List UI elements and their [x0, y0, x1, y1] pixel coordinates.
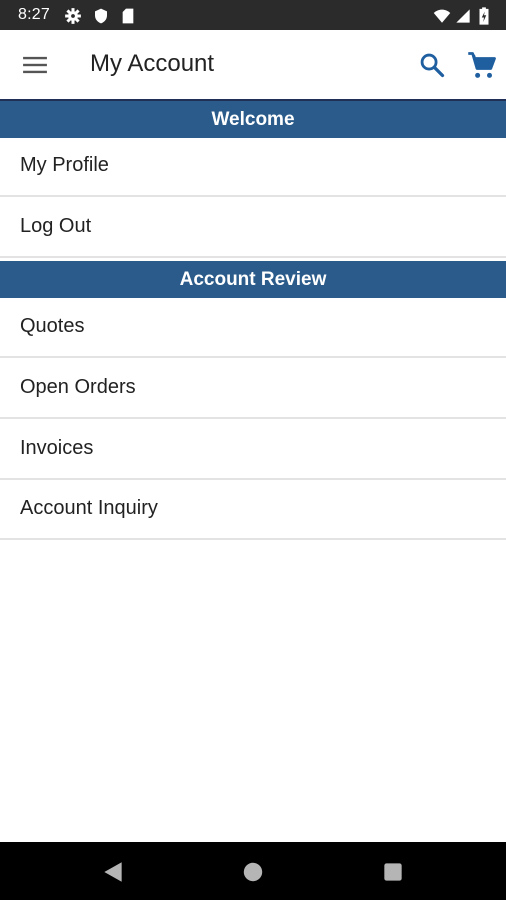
- list-item-open-orders[interactable]: Open Orders: [0, 360, 506, 419]
- home-icon[interactable]: [240, 859, 266, 885]
- back-icon[interactable]: [100, 859, 126, 885]
- section-header-welcome: Welcome: [0, 101, 506, 138]
- list-item-label: Invoices: [20, 437, 94, 459]
- list-item-label: Account Inquiry: [20, 497, 158, 519]
- list-item-invoices[interactable]: Invoices: [0, 421, 506, 480]
- list-item-label: Open Orders: [20, 376, 136, 398]
- section-header-account-review: Account Review: [0, 261, 506, 298]
- gear-icon: [65, 8, 81, 24]
- list-item-label: Quotes: [20, 315, 85, 337]
- section-header-label: Welcome: [211, 109, 295, 130]
- shield-icon: [95, 8, 107, 24]
- page-title: My Account: [90, 50, 215, 77]
- battery-icon: [479, 7, 489, 25]
- signal-icon: [456, 9, 470, 23]
- section-header-label: Account Review: [179, 269, 327, 290]
- status-time: 8:27: [18, 6, 50, 23]
- list-item-log-out[interactable]: Log Out: [0, 199, 506, 258]
- sd-card-icon: [122, 8, 134, 24]
- app-bar: My Account: [0, 30, 506, 101]
- cart-icon[interactable]: [467, 51, 497, 81]
- recents-icon[interactable]: [380, 859, 406, 885]
- wifi-icon: [433, 9, 451, 23]
- list-item-label: My Profile: [20, 154, 109, 176]
- status-bar: 8:27: [0, 0, 506, 30]
- list-item-my-profile[interactable]: My Profile: [0, 138, 506, 197]
- search-icon[interactable]: [418, 51, 446, 79]
- list-item-account-inquiry[interactable]: Account Inquiry: [0, 481, 506, 540]
- navigation-bar: [0, 842, 506, 900]
- list-item-quotes[interactable]: Quotes: [0, 299, 506, 358]
- list-item-label: Log Out: [20, 215, 92, 237]
- menu-icon[interactable]: [22, 52, 48, 78]
